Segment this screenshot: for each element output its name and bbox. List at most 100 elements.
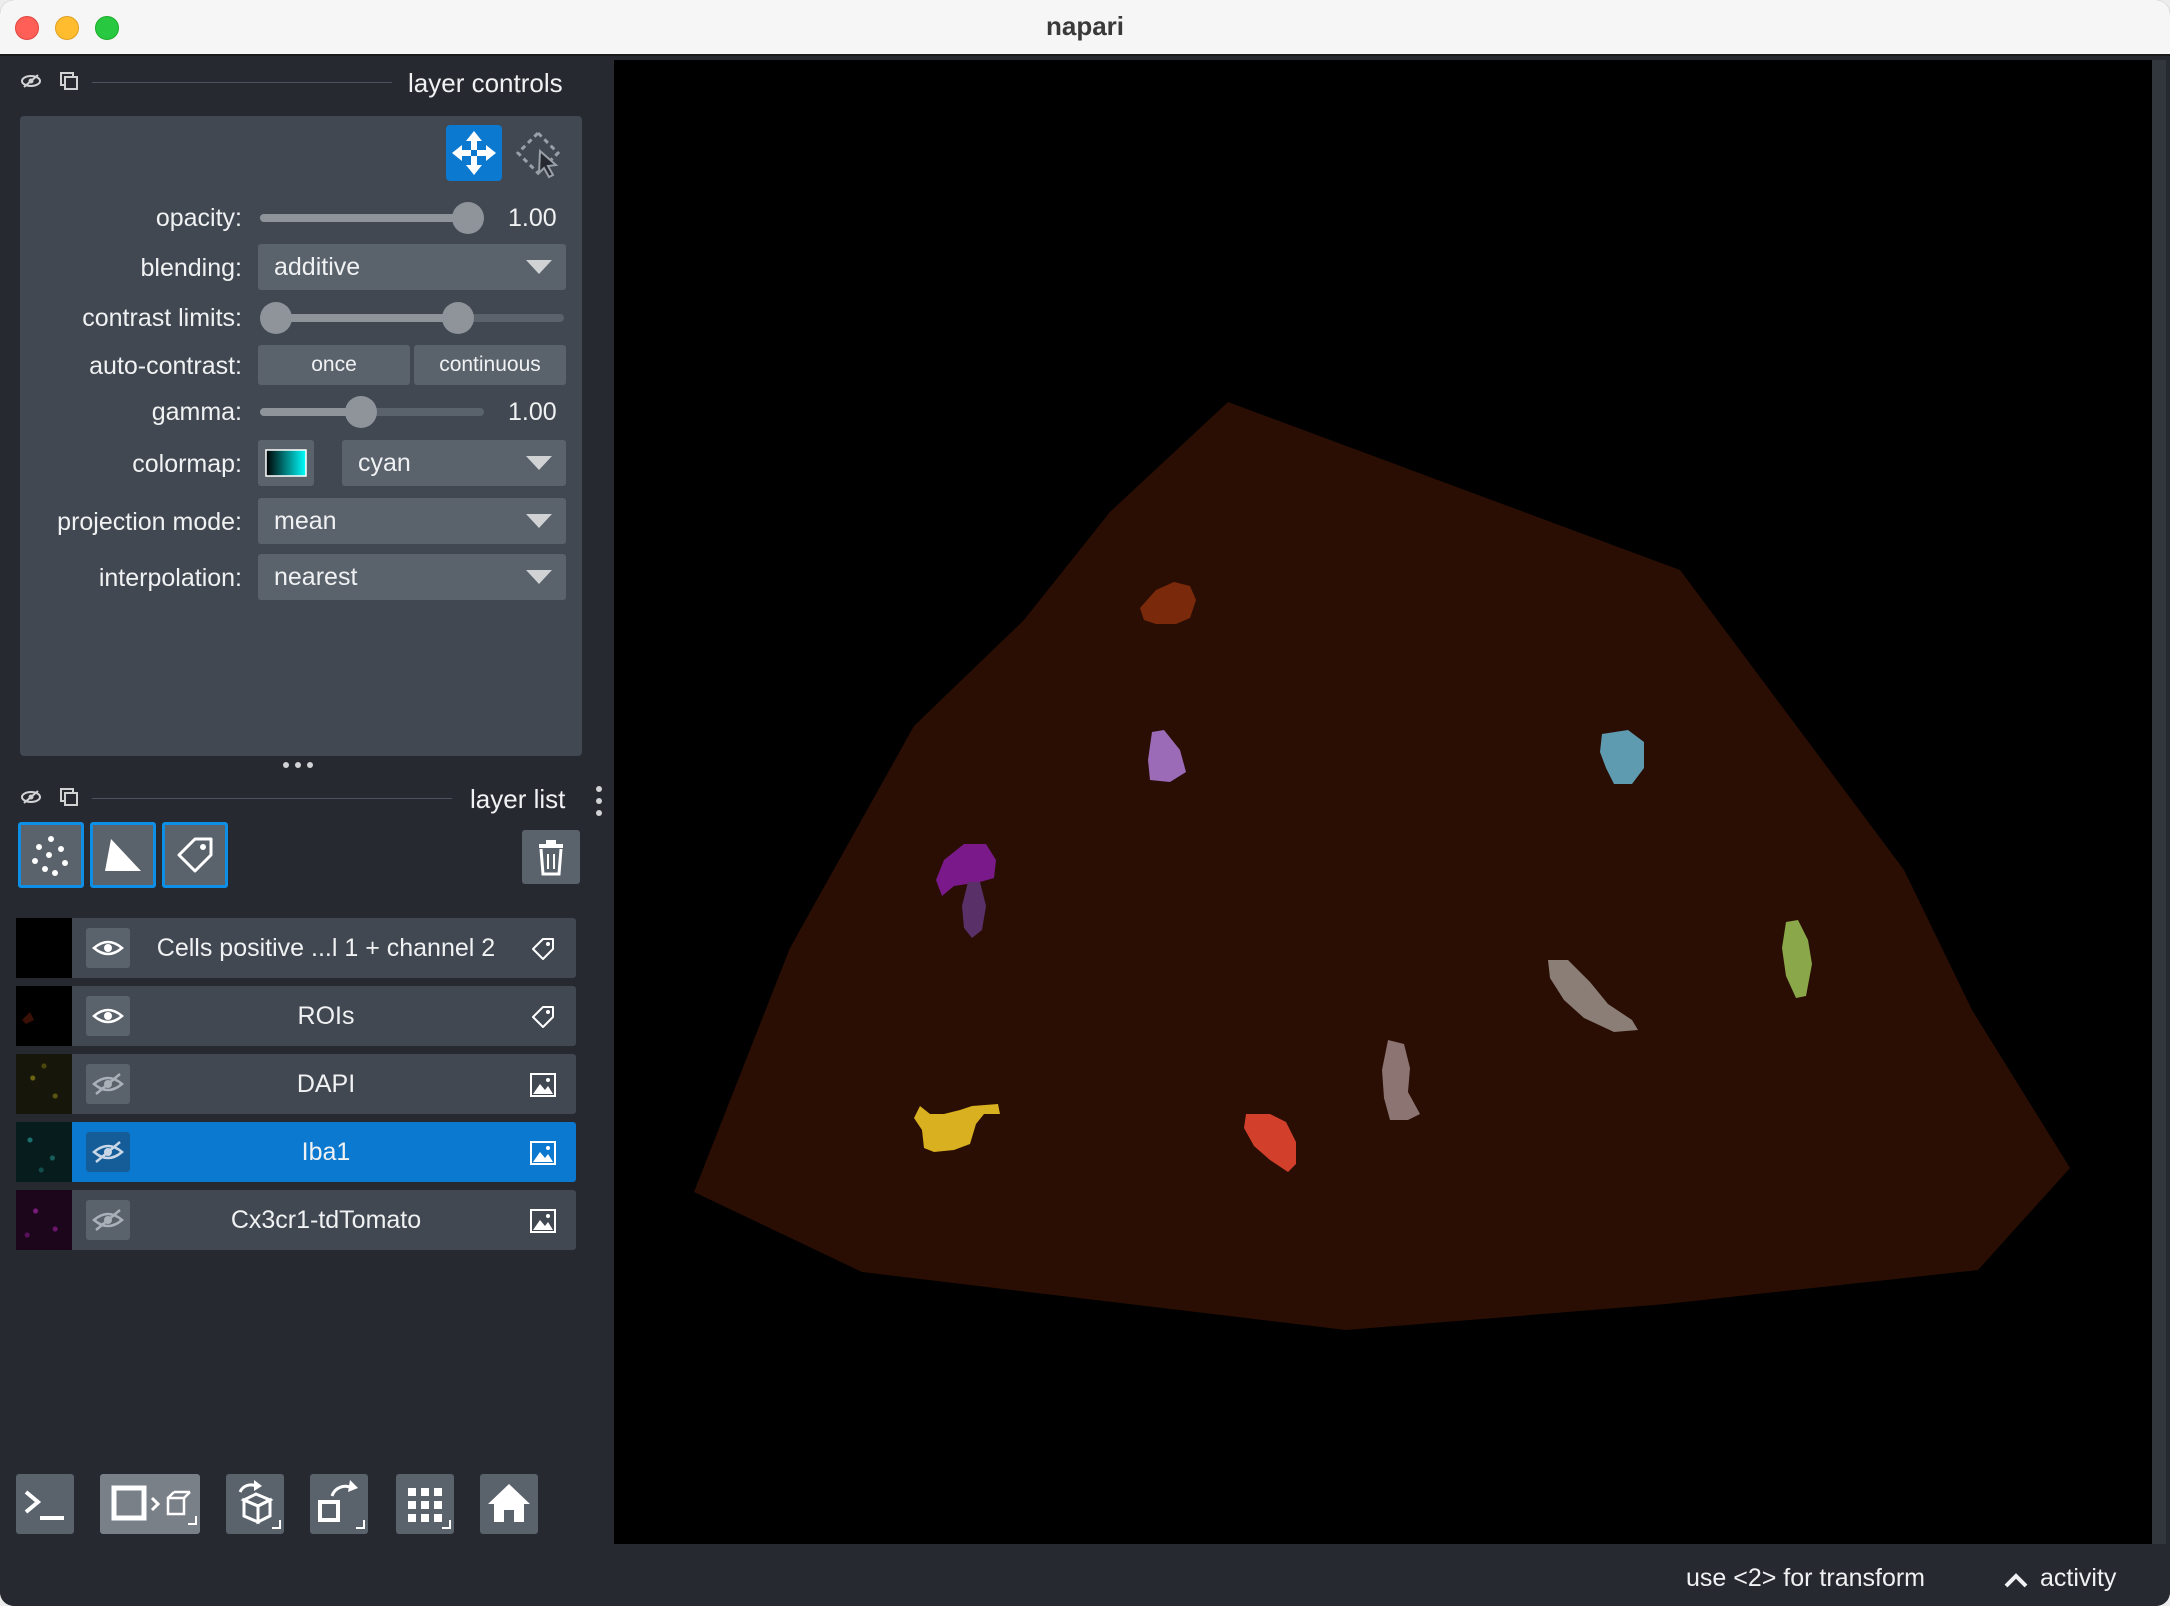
layer-name: Iba1: [301, 1138, 351, 1166]
grid-mode-button[interactable]: [396, 1474, 454, 1534]
colormap-dropdown[interactable]: cyan: [342, 440, 566, 486]
projection-mode-value: mean: [274, 507, 337, 535]
chevron-down-icon: [526, 570, 552, 584]
projection-mode-label: projection mode:: [57, 508, 242, 536]
float-dock-icon[interactable]: [58, 70, 80, 92]
pan-zoom-mode-button[interactable]: [446, 125, 502, 181]
layer-row-rois[interactable]: ROIs: [16, 986, 576, 1046]
layer-thumbnail: [16, 918, 72, 978]
splitter-handle-icon[interactable]: [280, 760, 316, 770]
projection-mode-dropdown[interactable]: mean: [258, 498, 566, 544]
opacity-value: 1.00: [508, 204, 557, 232]
layer-name: ROIs: [297, 1002, 355, 1030]
new-points-layer-button[interactable]: [18, 822, 84, 888]
layer-thumbnail: [16, 1122, 72, 1182]
contrast-limits-label: contrast limits:: [82, 304, 242, 332]
transpose-icon: [318, 1480, 365, 1529]
close-dock-icon[interactable]: [20, 70, 42, 92]
console-button[interactable]: [16, 1474, 74, 1534]
transform-mode-button[interactable]: [510, 125, 566, 181]
rotate-cube-icon: [238, 1480, 281, 1529]
layer-row-dapi[interactable]: DAPI: [16, 1054, 576, 1114]
eye-hidden-icon: [92, 1073, 124, 1095]
layer-name: Cx3cr1-tdTomato: [230, 1206, 422, 1234]
header-divider: [92, 82, 392, 83]
close-dock-icon[interactable]: [20, 786, 42, 808]
activity-label: activity: [2040, 1564, 2117, 1592]
eye-hidden-icon: [92, 1209, 124, 1231]
new-shapes-layer-button[interactable]: [90, 822, 156, 888]
auto-contrast-label: auto-contrast:: [89, 352, 242, 380]
more-options-icon[interactable]: [594, 784, 604, 818]
colormap-preview-button[interactable]: [258, 440, 314, 486]
float-dock-icon[interactable]: [58, 786, 80, 808]
chevron-down-icon: [526, 514, 552, 528]
label-icon: [532, 1006, 554, 1028]
toggle-ndisplay-button[interactable]: [100, 1474, 200, 1534]
layer-row-cells-positive[interactable]: Cells positive ...l 1 + channel 2: [16, 918, 576, 978]
colormap-value: cyan: [358, 449, 411, 477]
chevron-down-icon: [526, 260, 552, 274]
visibility-toggle[interactable]: [86, 996, 130, 1036]
auto-contrast-once-button[interactable]: once: [258, 345, 410, 385]
blending-label: blending:: [140, 254, 242, 282]
contrast-slider-range: [276, 314, 458, 322]
layer-list-title: layer list: [470, 784, 566, 814]
gamma-label: gamma:: [151, 398, 242, 426]
chevron-down-icon: [526, 456, 552, 470]
image-icon: [530, 1141, 556, 1165]
layer-list-header: layer list: [0, 778, 602, 818]
colormap-gradient-icon: [265, 449, 307, 477]
layer-row-cx3cr1-tdtomato[interactable]: Cx3cr1-tdTomato: [16, 1190, 576, 1250]
auto-contrast-continuous-button[interactable]: continuous: [414, 345, 566, 385]
label-icon: [532, 938, 554, 960]
layer-thumbnail: [16, 1190, 72, 1250]
layer-name: Cells positive ...l 1 + channel 2: [156, 934, 496, 962]
grid-icon: [408, 1488, 451, 1529]
layer-thumbnail: [16, 986, 72, 1046]
status-hint: use <2> for transform: [1686, 1564, 1926, 1592]
2d-3d-toggle-icon: [111, 1485, 197, 1525]
visibility-toggle[interactable]: [86, 1200, 130, 1240]
delete-layer-button[interactable]: [522, 830, 580, 884]
interpolation-value: nearest: [274, 563, 358, 591]
reset-view-button[interactable]: [480, 1474, 538, 1534]
new-labels-layer-button[interactable]: [162, 822, 228, 888]
image-icon: [530, 1073, 556, 1097]
label-tag-icon: [177, 837, 213, 873]
layer-name: DAPI: [296, 1070, 356, 1098]
layer-row-iba1[interactable]: Iba1: [16, 1122, 576, 1182]
rendered-labels-scene: [694, 402, 2070, 1330]
opacity-label: opacity:: [155, 204, 242, 232]
visibility-toggle[interactable]: [86, 928, 130, 968]
layer-thumbnail: [16, 1054, 72, 1114]
transpose-dimensions-button[interactable]: [310, 1474, 368, 1534]
interpolation-label: interpolation:: [98, 564, 242, 592]
points-icon: [32, 836, 68, 876]
roi-region: [694, 402, 2070, 1330]
chevron-up-icon: [2004, 1573, 2028, 1588]
eye-icon: [92, 1008, 124, 1024]
gamma-slider-handle[interactable]: [345, 396, 377, 428]
contrast-high-handle[interactable]: [442, 302, 474, 334]
visibility-toggle[interactable]: [86, 1132, 130, 1172]
terminal-icon: [24, 1490, 64, 1520]
eye-hidden-icon: [92, 1141, 124, 1163]
window-title: napari: [1045, 11, 1125, 41]
eye-icon: [92, 940, 124, 956]
visibility-toggle[interactable]: [86, 1064, 130, 1104]
contrast-low-handle[interactable]: [260, 302, 292, 334]
blending-dropdown[interactable]: additive: [258, 244, 566, 290]
interpolation-dropdown[interactable]: nearest: [258, 554, 566, 600]
viewer-canvas[interactable]: [614, 60, 2166, 1544]
napari-window: napari layer controls opacity: 1.00 blen…: [0, 0, 2170, 1606]
colormap-label: colormap:: [132, 450, 242, 478]
roll-dimensions-button[interactable]: [226, 1474, 284, 1534]
gamma-value: 1.00: [508, 398, 557, 426]
opacity-slider-handle[interactable]: [452, 202, 484, 234]
layer-controls-title: layer controls: [408, 68, 563, 98]
canvas-scrollbar[interactable]: [2152, 60, 2166, 1544]
activity-button[interactable]: activity: [2002, 1562, 2132, 1598]
header-divider: [92, 798, 452, 799]
image-icon: [530, 1209, 556, 1233]
